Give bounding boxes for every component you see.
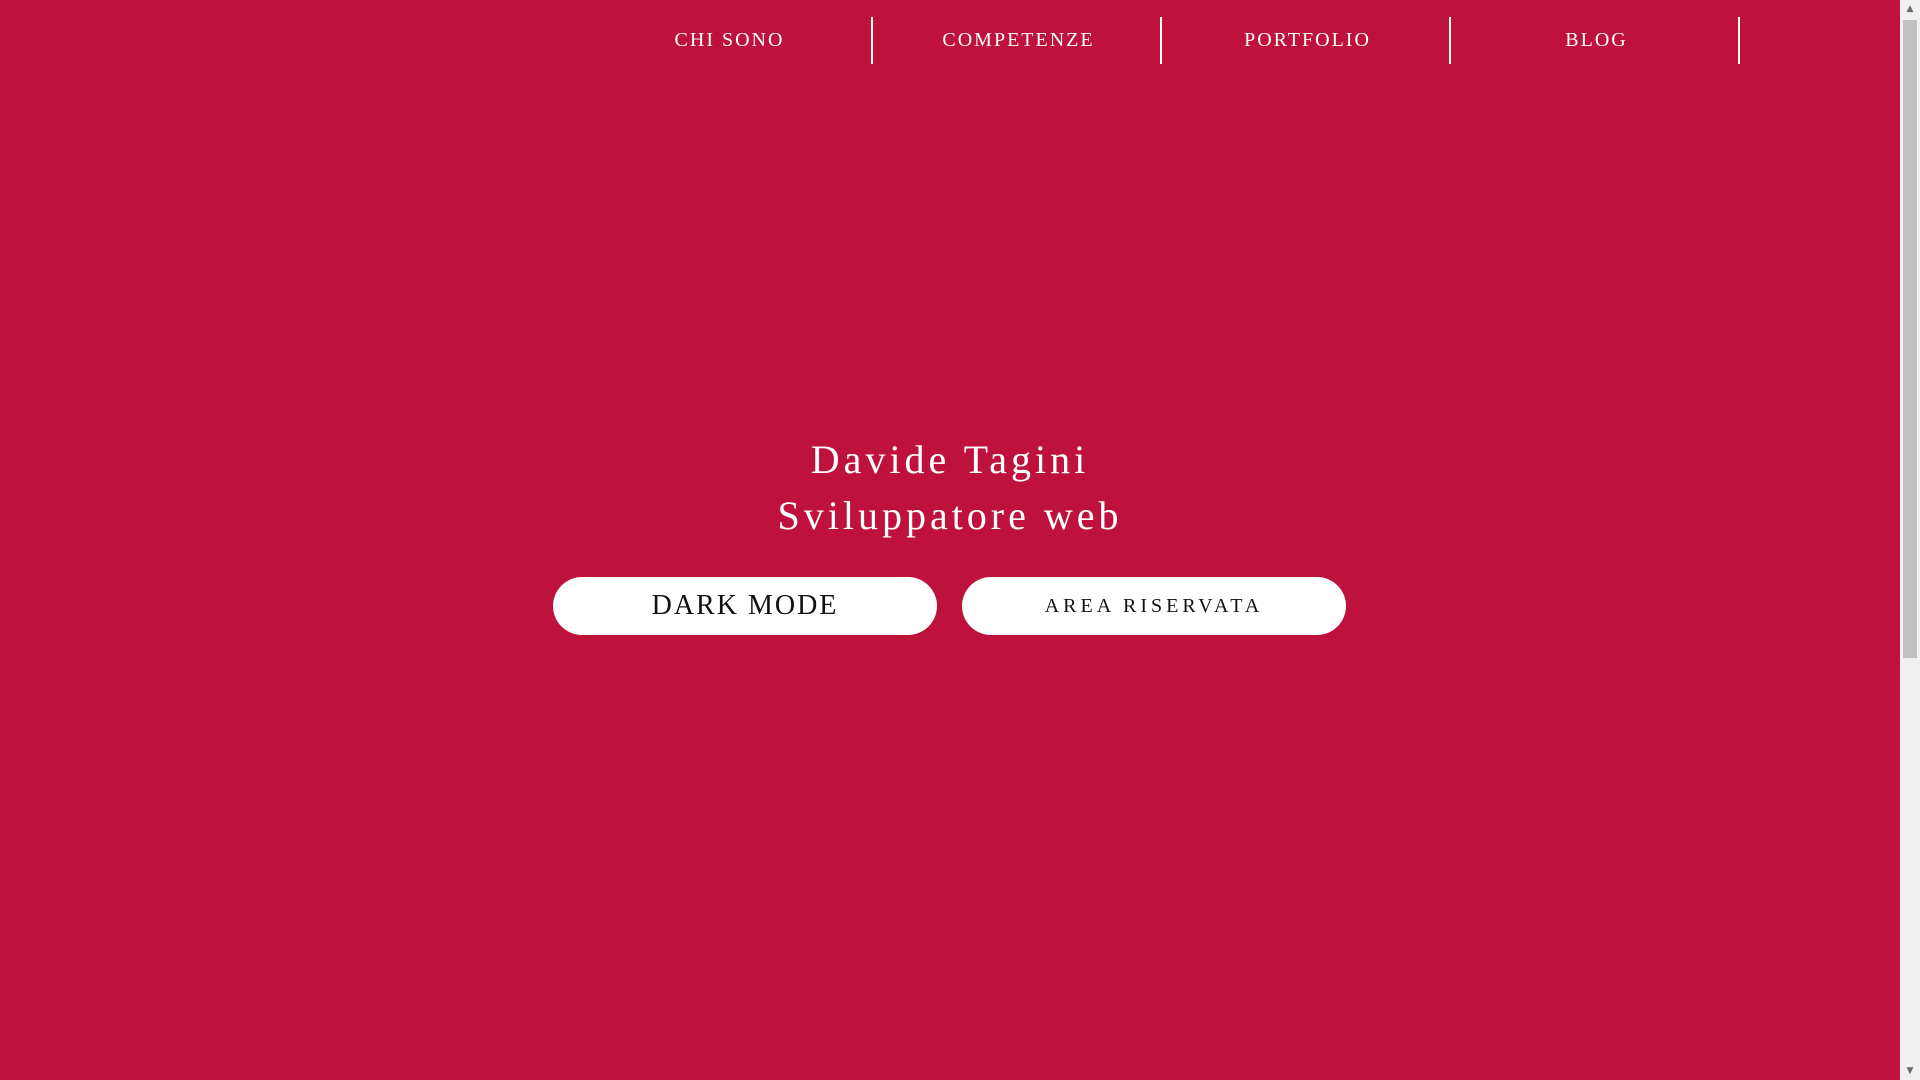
hero-role: Sviluppatore web [777,493,1123,538]
nav-item-chi-sono[interactable]: CHI SONO [585,17,874,64]
main-navigation: CHI SONO COMPETENZE PORTFOLIO BLOG [0,17,1900,64]
dark-mode-button[interactable]: DARK MODE [553,577,937,635]
scrollbar-thumb[interactable] [1903,20,1917,658]
nav-divider [1160,17,1162,64]
area-riservata-button[interactable]: AREA RISERVATA [962,577,1346,635]
page: CHI SONO COMPETENZE PORTFOLIO BLOG David… [0,0,1900,1080]
nav-item-blog[interactable]: BLOG [1452,17,1741,64]
scroll-down-arrow-icon[interactable]: ▼ [1900,1062,1920,1080]
hero-name: Davide Tagini [810,437,1090,482]
nav-divider [1738,17,1740,64]
nav-item-competenze[interactable]: COMPETENZE [874,17,1163,64]
nav-item-portfolio[interactable]: PORTFOLIO [1163,17,1452,64]
vertical-scrollbar[interactable]: ▲ ▼ [1900,0,1920,1080]
scroll-up-arrow-icon[interactable]: ▲ [1900,0,1920,18]
nav-divider [871,17,873,64]
nav-divider [1449,17,1451,64]
